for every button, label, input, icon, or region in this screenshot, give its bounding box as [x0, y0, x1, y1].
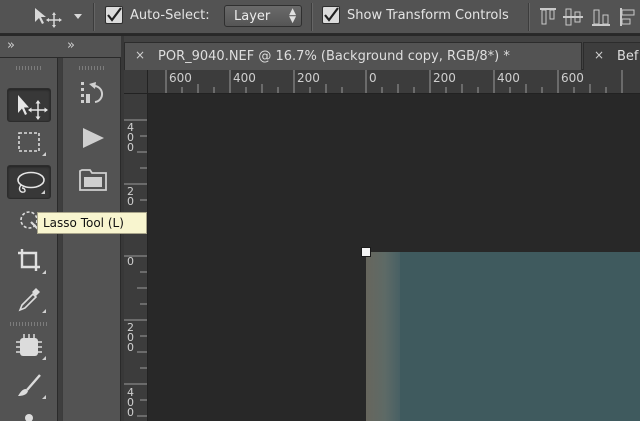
align-vertical-centers-icon[interactable]	[562, 6, 584, 28]
move-icon	[18, 95, 48, 120]
dropdown-value: Layer	[234, 9, 271, 24]
stepper-arrows-icon: ▲ ▼	[289, 7, 296, 25]
collapse-toolbox-icon[interactable]: »	[7, 38, 15, 53]
show-transform-checkbox[interactable]	[322, 6, 340, 24]
ruler-label: 600	[169, 71, 192, 85]
ruler-label: 600	[561, 71, 584, 85]
spot-healing-tool[interactable]	[7, 330, 51, 364]
separator	[528, 3, 529, 31]
tool-flyout-indicator	[42, 270, 46, 274]
tool-flyout-indicator	[42, 356, 46, 360]
history-panel-button[interactable]	[77, 78, 109, 110]
tool-flyout-indicator	[42, 309, 46, 313]
tool-flyout-indicator	[42, 395, 46, 399]
tooltip: Lasso Tool (L)	[37, 212, 147, 234]
ruler-label: 0	[369, 71, 377, 85]
layer-comps-panel-button[interactable]	[77, 162, 109, 194]
toolbox-grip[interactable]	[16, 66, 42, 70]
tab-title: POR_9040.NEF @ 16.7% (Background copy, R…	[158, 49, 510, 64]
tab-document-active[interactable]: × POR_9040.NEF @ 16.7% (Background copy,…	[124, 42, 582, 70]
tooltip-text: Lasso Tool (L)	[43, 216, 124, 230]
toolbox	[0, 58, 58, 421]
lasso-icon	[17, 171, 45, 193]
auto-select-checkbox[interactable]	[105, 6, 123, 24]
move-tool-preset-icon[interactable]	[32, 6, 66, 28]
show-transform-label: Show Transform Controls	[347, 8, 509, 23]
next-tool-icon[interactable]	[22, 410, 36, 421]
horizontal-ruler[interactable]: 600 400 200 0 200 400 600	[148, 70, 640, 94]
collapsed-panels-strip	[62, 58, 121, 421]
ruler-label: 0	[127, 255, 134, 268]
checkmark-icon	[107, 7, 122, 22]
preset-dropdown-arrow-icon[interactable]	[73, 12, 83, 20]
play-icon	[83, 128, 104, 148]
ruler-label: 20	[127, 185, 134, 208]
ruler-label: 200	[127, 321, 134, 354]
lasso-tool[interactable]	[7, 165, 51, 199]
ruler-label: 400	[497, 71, 520, 85]
tool-flyout-indicator	[42, 152, 46, 156]
move-tool[interactable]	[7, 88, 51, 122]
separator	[93, 3, 94, 31]
transform-handle-top-left[interactable]	[361, 247, 371, 257]
ruler-label: 400	[127, 386, 134, 419]
actions-panel-button[interactable]	[77, 122, 109, 154]
tool-flyout-indicator	[41, 190, 45, 194]
checkmark-icon	[324, 7, 339, 22]
collapse-actions-icon[interactable]: »	[67, 38, 75, 53]
panels-grip[interactable]	[79, 66, 105, 70]
tab-document-inactive[interactable]: × Bef	[583, 42, 640, 70]
align-bottom-edges-icon[interactable]	[590, 6, 612, 28]
options-bar: Auto-Select: Layer ▲ ▼ Show Transform Con…	[0, 0, 640, 34]
document-tab-bar: × POR_9040.NEF @ 16.7% (Background copy,…	[124, 36, 640, 70]
auto-select-target-dropdown[interactable]: Layer ▲ ▼	[224, 5, 302, 27]
auto-select-label: Auto-Select:	[130, 8, 210, 23]
align-top-edges-icon[interactable]	[538, 6, 558, 28]
rectangular-marquee-tool[interactable]	[7, 126, 51, 160]
vertical-ruler[interactable]: 400 20 0 200 400	[124, 94, 148, 421]
eyedropper-tool[interactable]	[7, 283, 51, 317]
ruler-origin[interactable]	[124, 70, 148, 94]
close-tab-icon[interactable]: ×	[135, 48, 145, 62]
history-icon	[81, 82, 104, 103]
brush-tool[interactable]	[7, 369, 51, 403]
ruler-label: 200	[297, 71, 320, 85]
toolbox-divider	[10, 322, 48, 326]
ruler-label: 400	[233, 71, 256, 85]
ruler-label: 400	[127, 121, 134, 154]
folder-icon	[79, 169, 107, 191]
document-image[interactable]	[366, 252, 640, 421]
align-left-edges-icon[interactable]	[618, 6, 638, 28]
close-tab-icon[interactable]: ×	[594, 48, 604, 62]
image-left-edge	[366, 252, 400, 421]
crop-tool[interactable]	[7, 244, 51, 278]
separator	[311, 3, 312, 31]
panels-header: » »	[0, 36, 123, 58]
tab-title: Bef	[617, 49, 639, 64]
ruler-label: 200	[433, 71, 456, 85]
